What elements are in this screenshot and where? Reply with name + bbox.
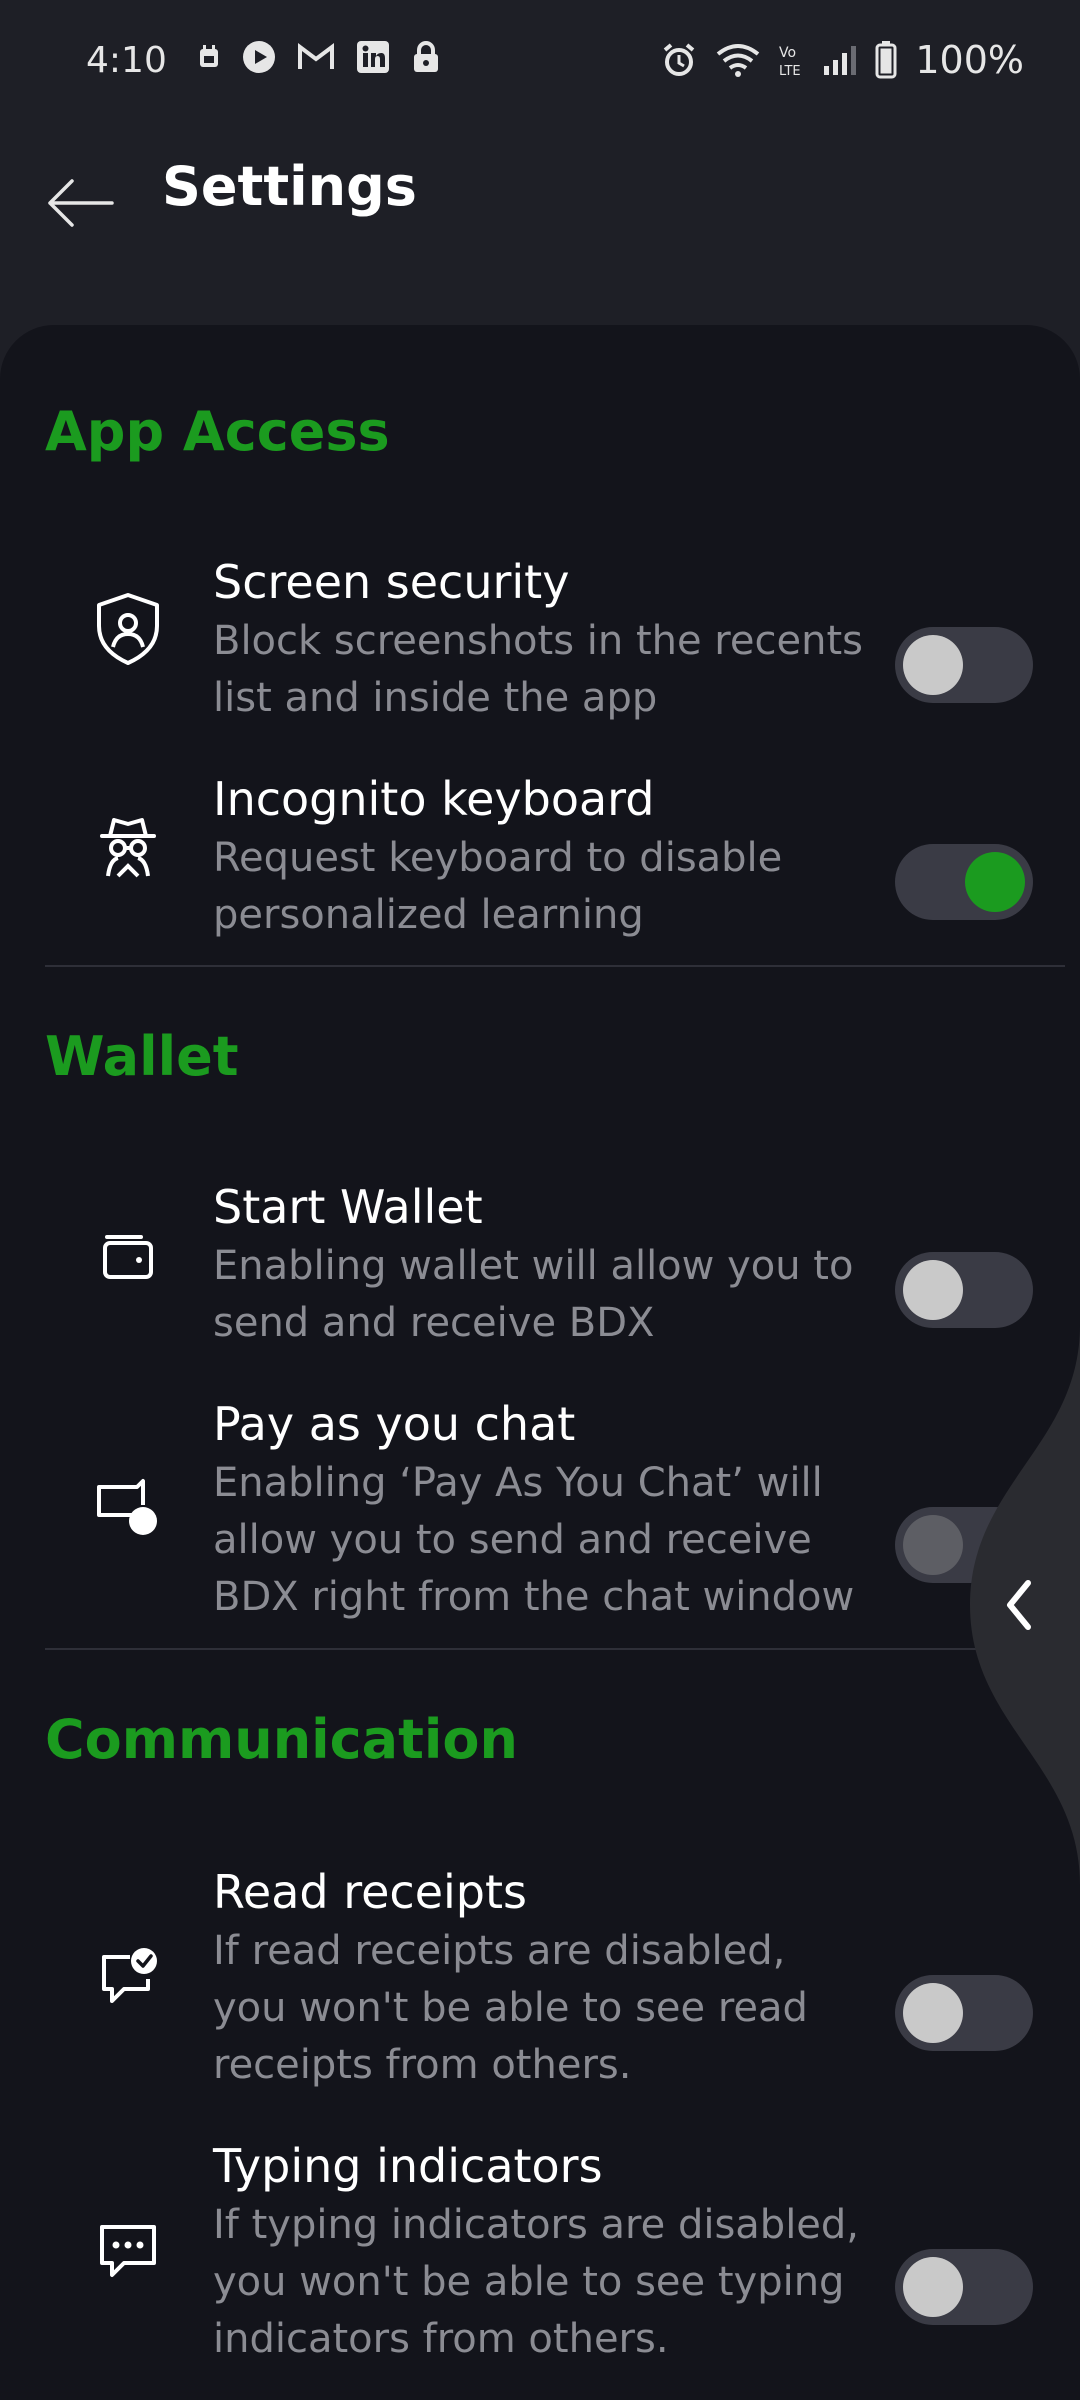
app-header: Settings <box>0 125 1080 325</box>
screen-security-toggle[interactable] <box>895 627 1033 703</box>
signal-icon <box>824 46 857 75</box>
start-wallet-toggle[interactable] <box>895 1252 1033 1328</box>
section-title-wallet: Wallet <box>45 1025 239 1088</box>
setting-description: Request keyboard to disable personalized… <box>213 835 783 938</box>
edge-panel-handle[interactable] <box>960 1325 1080 1885</box>
page-title: Settings <box>162 155 417 218</box>
back-button[interactable] <box>38 160 124 246</box>
section-title-communication: Communication <box>45 1708 518 1771</box>
wallet-icon <box>86 1212 170 1296</box>
shield-user-icon <box>86 587 170 671</box>
status-time: 4:10 <box>86 40 167 81</box>
section-divider <box>45 1648 1065 1650</box>
read-receipts-toggle[interactable] <box>895 1975 1033 2051</box>
linkedin-icon <box>357 41 389 73</box>
typing-icon <box>86 2209 170 2293</box>
toggle-knob <box>965 852 1025 912</box>
section-divider <box>45 965 1065 967</box>
calendar-icon <box>200 45 218 67</box>
setting-title: Typing indicators <box>213 2139 603 2193</box>
setting-description: Enabling ‘Pay As You Chat’ will allow yo… <box>213 1460 855 1620</box>
setting-title: Screen security <box>213 555 570 609</box>
system-icons: Vo LTE 100% <box>661 38 1024 82</box>
status-bar: 4:10 Vo LTE 100% <box>0 0 1080 125</box>
svg-text:LTE: LTE <box>779 64 801 78</box>
incognito-icon <box>86 804 170 888</box>
toggle-knob <box>903 1983 963 2043</box>
section-title-app-access: App Access <box>45 400 390 463</box>
incognito-keyboard-toggle[interactable] <box>895 844 1033 920</box>
toggle-knob <box>903 635 963 695</box>
toggle-knob <box>903 1260 963 1320</box>
settings-panel: App Access Screen security Block screens… <box>0 325 1080 2400</box>
lock-icon <box>414 41 438 72</box>
setting-description: Block screenshots in the recents list an… <box>213 618 863 721</box>
arrow-left-icon <box>48 179 114 227</box>
setting-title: Start Wallet <box>213 1180 483 1234</box>
read-receipt-icon <box>86 1935 170 2019</box>
setting-title: Read receipts <box>213 1865 527 1919</box>
alarm-icon <box>664 43 695 76</box>
pay-chat-icon <box>86 1467 170 1551</box>
volte-icon: Vo LTE <box>779 45 801 78</box>
setting-description: If typing indicators are disabled, you w… <box>213 2202 860 2362</box>
setting-title: Pay as you chat <box>213 1397 576 1451</box>
battery-icon <box>875 41 897 79</box>
toggle-knob <box>903 2257 963 2317</box>
setting-description: Enabling wallet will allow you to send a… <box>213 1243 854 1346</box>
gmail-icon <box>298 43 334 69</box>
wifi-icon <box>717 44 760 77</box>
toggle-knob <box>903 1515 963 1575</box>
battery-percent: 100% <box>915 38 1024 82</box>
setting-title: Incognito keyboard <box>213 772 655 826</box>
notification-icons <box>198 40 440 74</box>
svg-text:Vo: Vo <box>779 45 796 61</box>
youtube-icon <box>243 41 275 73</box>
typing-indicators-toggle[interactable] <box>895 2249 1033 2325</box>
setting-description: If read receipts are disabled, you won't… <box>213 1928 808 2088</box>
